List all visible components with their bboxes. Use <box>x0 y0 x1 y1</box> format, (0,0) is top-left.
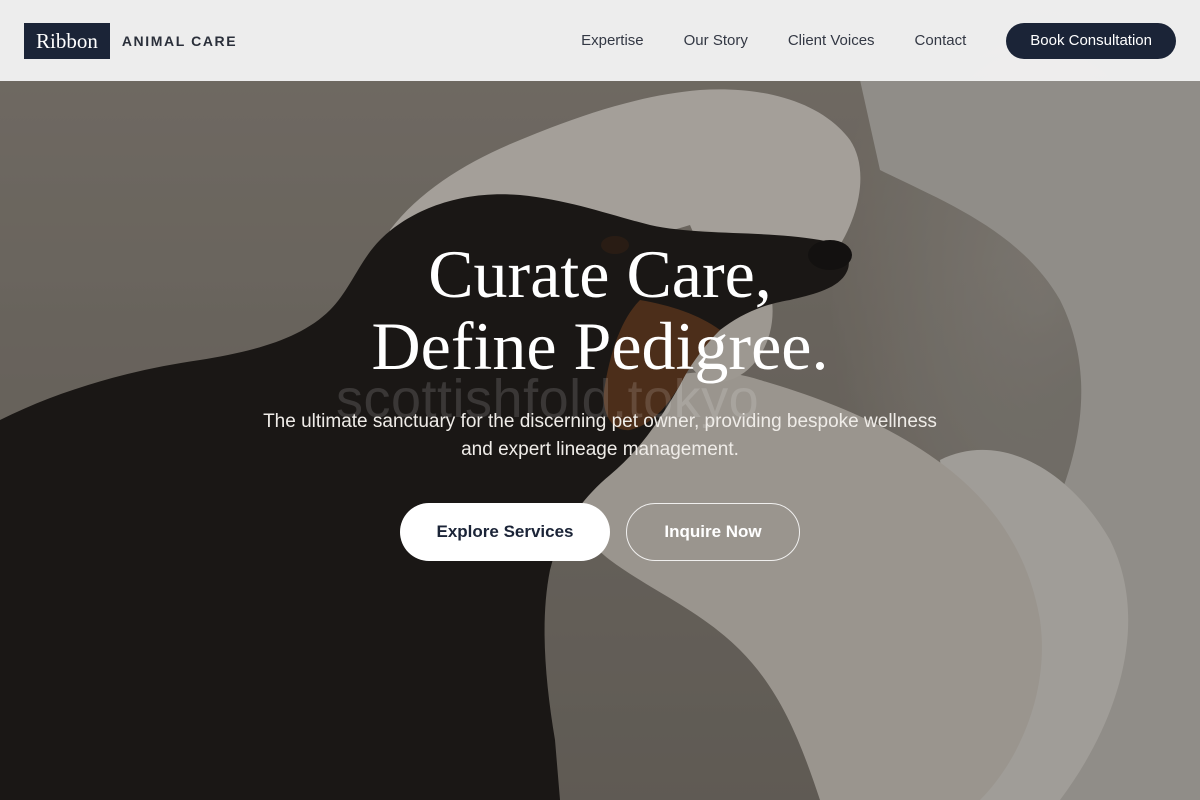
hero-title: Curate Care, Define Pedigree. <box>0 238 1200 382</box>
site-header: Ribbon ANIMAL CARE Expertise Our Story C… <box>0 0 1200 81</box>
hero-subtitle: The ultimate sanctuary for the discernin… <box>263 411 937 460</box>
brand-logo[interactable]: Ribbon ANIMAL CARE <box>24 22 238 59</box>
nav-link-contact[interactable]: Contact <box>915 32 967 49</box>
logo-tagline: ANIMAL CARE <box>121 32 238 49</box>
book-consultation-button[interactable]: Book Consultation <box>1006 22 1176 59</box>
nav-link-our-story[interactable]: Our Story <box>684 32 748 49</box>
main-nav: Expertise Our Story Client Voices Contac… <box>581 22 1176 59</box>
hero-actions: Explore Services Inquire Now <box>400 503 800 561</box>
hero-title-line-2: Define Pedigree. <box>371 308 829 384</box>
explore-services-button[interactable]: Explore Services <box>400 503 610 561</box>
nav-link-expertise[interactable]: Expertise <box>581 32 644 49</box>
nav-link-client-voices[interactable]: Client Voices <box>788 32 875 49</box>
inquire-now-button[interactable]: Inquire Now <box>626 503 800 561</box>
logo-wordmark: Ribbon <box>24 22 110 59</box>
hero-title-line-1: Curate Care, <box>428 236 772 312</box>
